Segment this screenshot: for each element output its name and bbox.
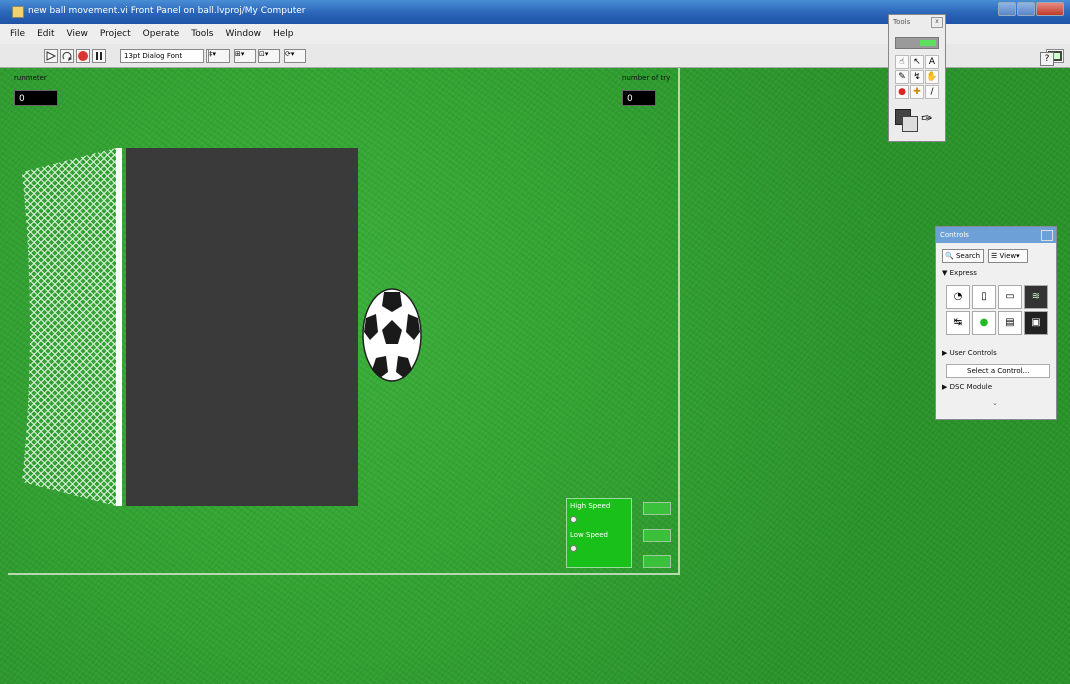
more-chevron-icon[interactable]: ⌄ — [992, 399, 998, 407]
maximize-button[interactable] — [1017, 2, 1035, 16]
controls-search-button[interactable]: 🔍 Search — [942, 249, 984, 263]
resize-objects-icon[interactable]: ⊡▾ — [258, 49, 280, 63]
tools-palette-header: Tools x — [889, 15, 945, 29]
menu-project[interactable]: Project — [100, 29, 131, 39]
led-icon[interactable]: ● — [972, 311, 996, 335]
close-button[interactable] — [1036, 2, 1064, 16]
controls-view-button[interactable]: ☰ View▾ — [988, 249, 1028, 263]
reorder-icon[interactable]: ⟳▾ — [284, 49, 306, 63]
view-list-icon: ☰ — [991, 252, 998, 260]
abort-icon[interactable] — [76, 49, 90, 63]
align-objects-icon[interactable]: ‡▾ — [208, 49, 230, 63]
controls-palette-title: Controls — [940, 231, 969, 239]
speed-button-2[interactable] — [643, 529, 671, 542]
run-continuously-icon[interactable] — [60, 49, 74, 63]
tools-close-icon[interactable]: x — [931, 17, 943, 28]
shortcut-tool-icon[interactable]: ↯ — [910, 70, 924, 84]
low-speed-label: Low Speed — [570, 531, 608, 539]
operate-tool-icon[interactable]: ☝ — [895, 55, 909, 69]
color-swatch-icon[interactable] — [895, 109, 918, 132]
high-speed-radio[interactable] — [570, 516, 577, 523]
speed-button-3[interactable] — [643, 555, 671, 568]
graph-icon[interactable]: ≋ — [1024, 285, 1048, 309]
runmeter-label: runmeter — [14, 74, 47, 82]
soccer-ball-icon — [362, 288, 422, 382]
number-of-try-label: number of try — [622, 74, 671, 82]
controls-close-icon[interactable] — [1041, 230, 1053, 241]
collapse-arrow-icon: ▶ — [942, 349, 948, 357]
context-help-button[interactable]: ? — [1040, 52, 1054, 66]
search-label: Search — [955, 252, 981, 260]
menu-file[interactable]: File — [10, 29, 25, 39]
view-label: View — [999, 252, 1017, 260]
dsc-module-label: DSC Module — [949, 383, 993, 391]
numeric-gauge-icon[interactable]: ◔ — [946, 285, 970, 309]
distribute-objects-icon[interactable]: ⊞▾ — [234, 49, 256, 63]
breakpoint-tool-icon[interactable]: ● — [895, 85, 909, 99]
runmeter-indicator: 0 — [14, 90, 58, 106]
number-of-try-indicator: 0 — [622, 90, 656, 106]
menu-edit[interactable]: Edit — [37, 29, 54, 39]
high-speed-label: High Speed — [570, 502, 611, 510]
string-control-icon[interactable]: ▭ — [998, 285, 1022, 309]
menu-tools[interactable]: Tools — [191, 29, 213, 39]
menu-help[interactable]: Help — [273, 29, 294, 39]
menu-window[interactable]: Window — [225, 29, 261, 39]
scroll-tool-icon[interactable]: ✋ — [925, 70, 939, 84]
tools-palette: Tools x ☝ ↖ A ✎ ↯ ✋ ● ✚ / ✑ — [888, 14, 946, 142]
numeric-control-icon[interactable]: ↹ — [946, 311, 970, 335]
front-panel-canvas: runmeter 0 number of try 0 High Speed Lo… — [0, 68, 1070, 684]
controls-palette-header: Controls — [936, 227, 1056, 243]
label-tool-icon[interactable]: A — [925, 55, 939, 69]
express-section[interactable]: ▼ Express — [942, 269, 977, 277]
automatic-tool-toggle[interactable] — [895, 37, 939, 49]
speed-selector: High Speed Low Speed — [566, 498, 632, 568]
express-label: Express — [949, 269, 977, 277]
low-speed-radio[interactable] — [570, 545, 577, 552]
bool-button-icon[interactable]: ▯ — [972, 285, 996, 309]
wire-tool-icon[interactable]: ✎ — [895, 70, 909, 84]
goal-net-icon — [22, 148, 122, 506]
font-select[interactable]: 13pt Dialog Font — [120, 49, 204, 63]
labview-app-icon — [12, 6, 24, 18]
controls-palette: Controls 🔍 Search ☰ View▾ ▼ Express ◔ ▯ … — [935, 226, 1057, 420]
minimize-button[interactable] — [998, 2, 1016, 16]
list-box-icon[interactable]: ▤ — [998, 311, 1022, 335]
menu-view[interactable]: View — [67, 29, 88, 39]
select-control-button[interactable]: Select a Control... — [946, 364, 1050, 378]
menu-operate[interactable]: Operate — [143, 29, 180, 39]
window-controls — [998, 2, 1064, 18]
decorations-icon[interactable]: ▣ — [1024, 311, 1048, 335]
goal-area-box — [126, 148, 358, 506]
tool-grid: ☝ ↖ A ✎ ↯ ✋ ● ✚ / — [895, 55, 939, 99]
pause-icon[interactable] — [92, 49, 106, 63]
express-controls-grid: ◔ ▯ ▭ ≋ ↹ ● ▤ ▣ — [946, 285, 1048, 335]
collapse-arrow-icon: ▶ — [942, 383, 948, 391]
color-tool-icon[interactable]: ✑ — [921, 111, 933, 127]
window-title: new ball movement.vi Front Panel on ball… — [28, 6, 306, 16]
dsc-module-section[interactable]: ▶ DSC Module — [942, 383, 992, 391]
user-controls-section[interactable]: ▶ User Controls — [942, 349, 997, 357]
user-controls-label: User Controls — [949, 349, 997, 357]
probe-tool-icon[interactable]: ✚ — [910, 85, 924, 99]
position-tool-icon[interactable]: ↖ — [910, 55, 924, 69]
speed-button-1[interactable] — [643, 502, 671, 515]
run-arrow-icon[interactable] — [44, 49, 58, 63]
search-icon: 🔍 — [945, 252, 954, 260]
color-copy-tool-icon[interactable]: / — [925, 85, 939, 99]
expand-arrow-icon: ▼ — [942, 269, 948, 277]
tools-palette-title: Tools — [893, 18, 911, 26]
